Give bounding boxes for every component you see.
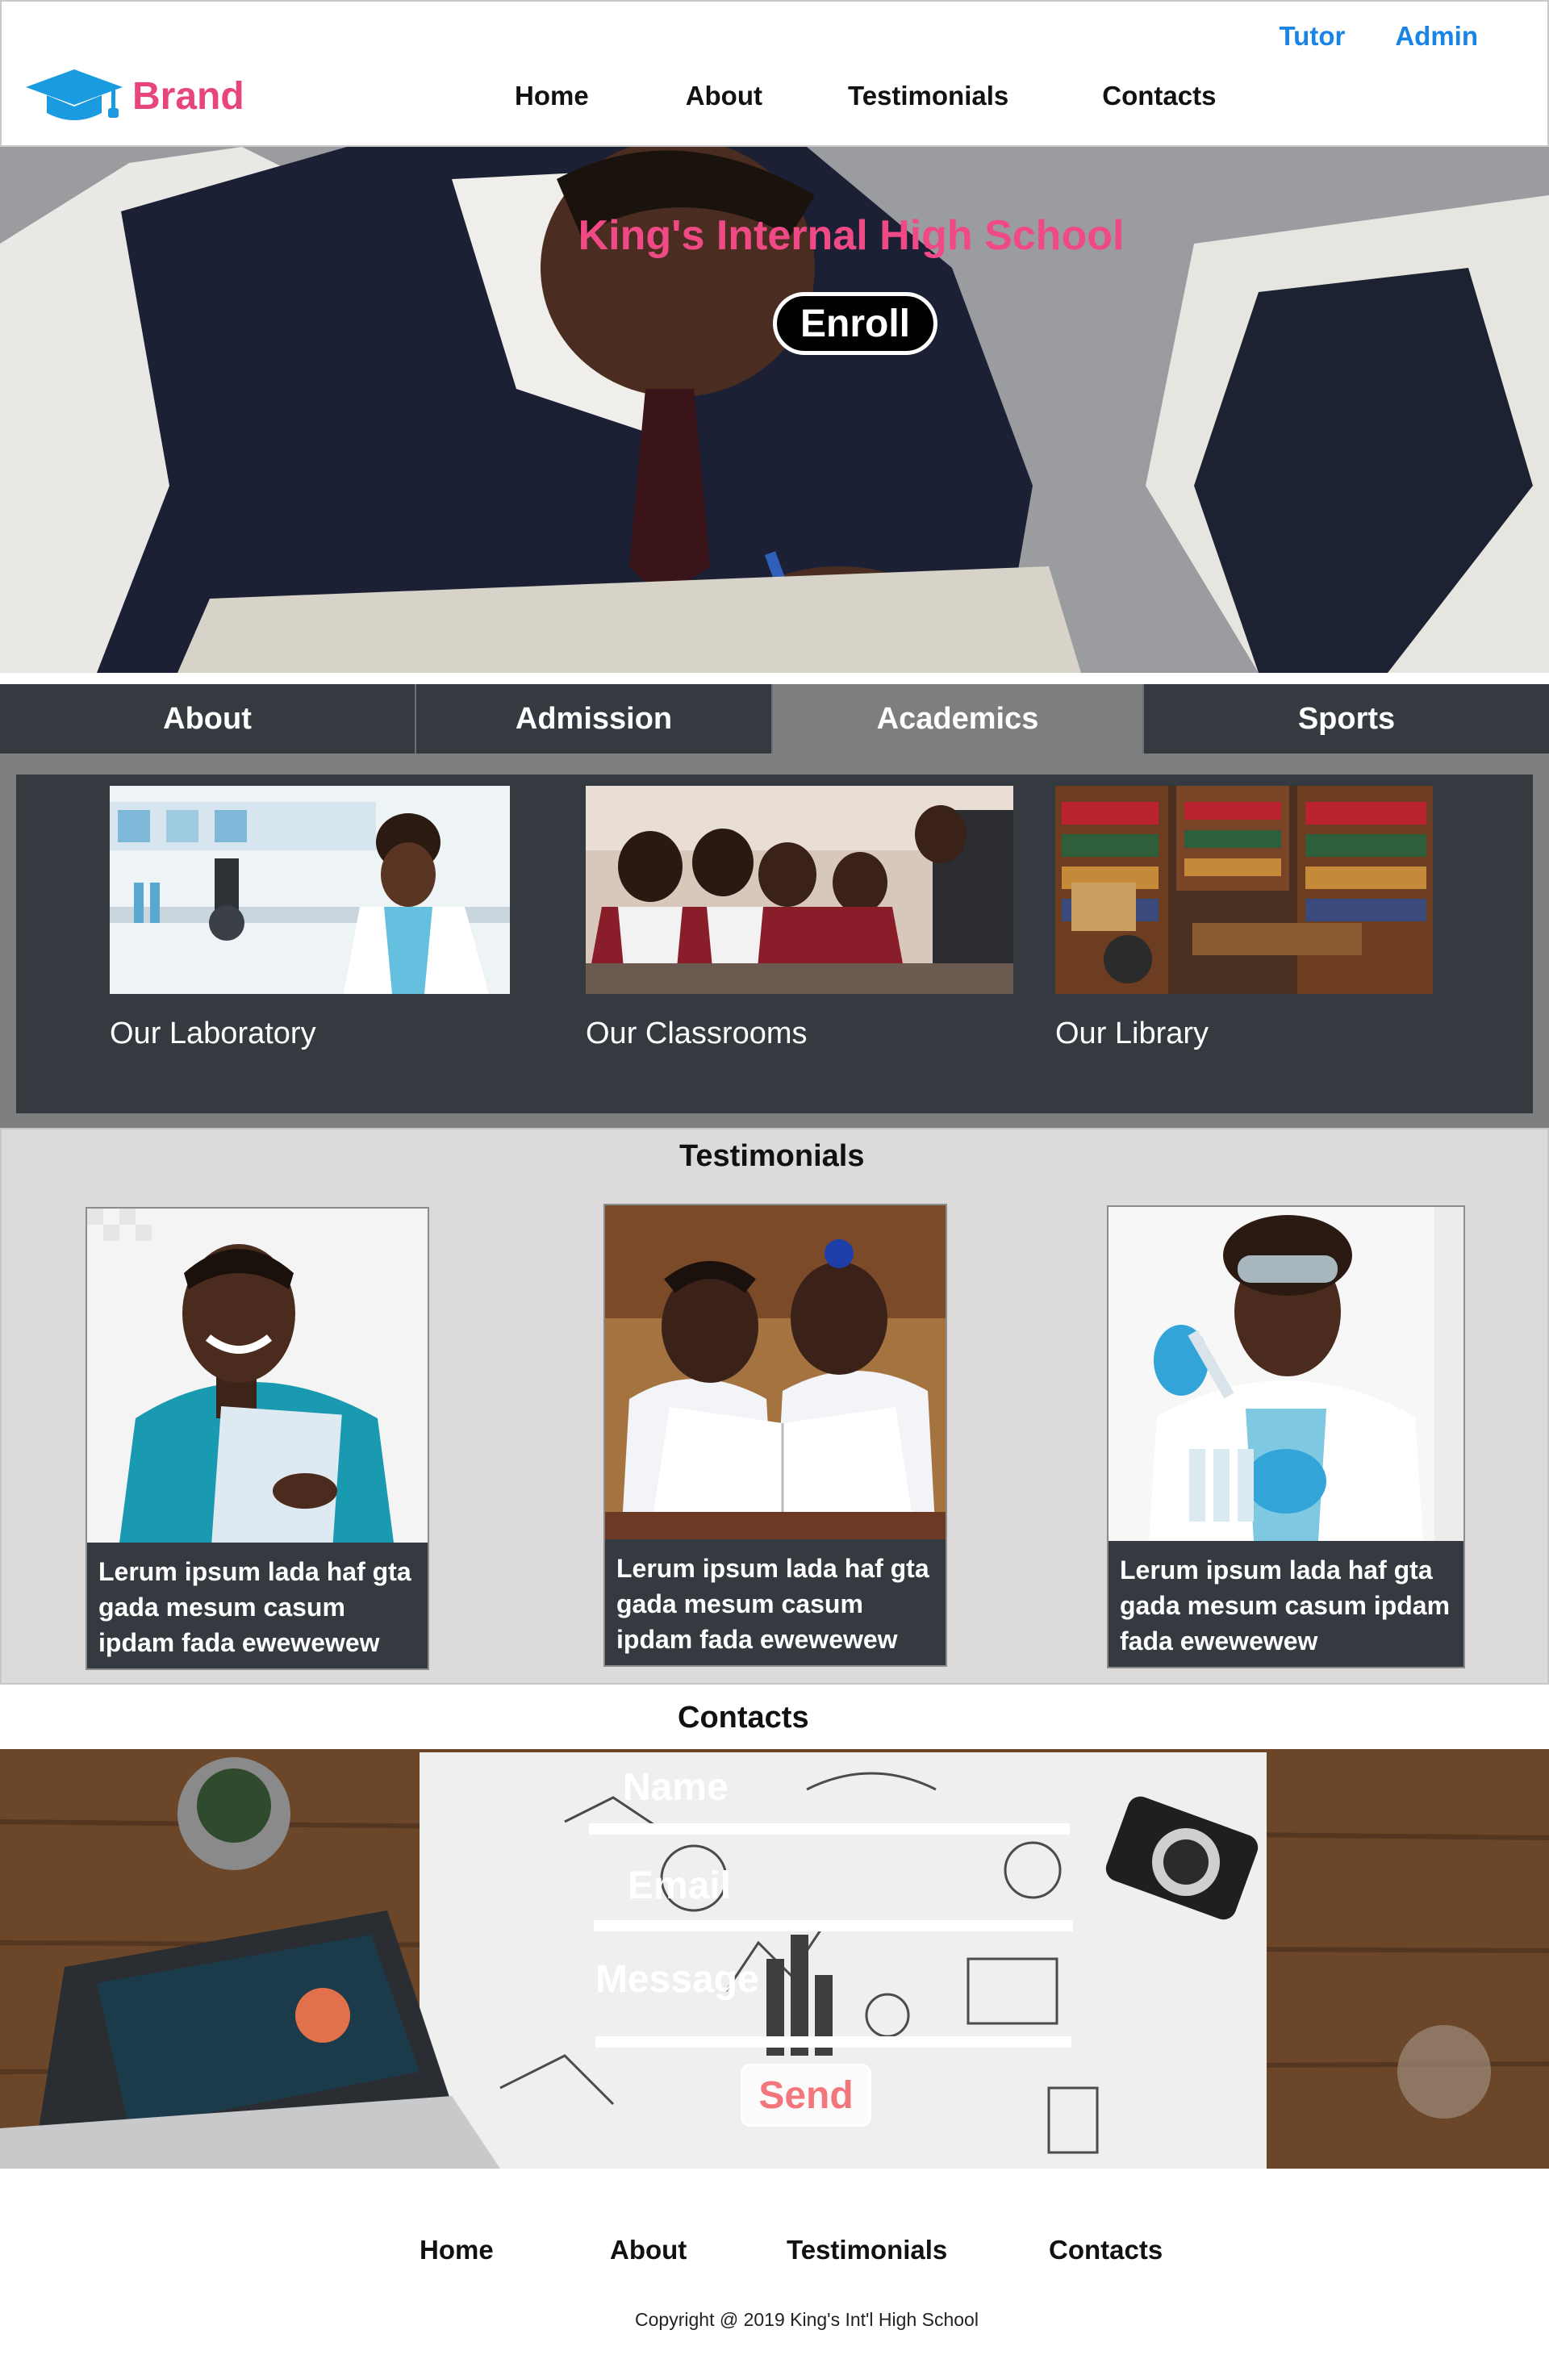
info-tabs: About Admission Academics Sports xyxy=(0,684,1549,754)
testimonial-text: Lerum ipsum lada haf gta gada mesum casu… xyxy=(605,1539,946,1665)
nav-contacts[interactable]: Contacts xyxy=(1102,81,1216,111)
tutor-link[interactable]: Tutor xyxy=(1279,21,1345,52)
facility-caption: Our Classrooms xyxy=(586,1017,808,1050)
email-label: Email xyxy=(628,1864,732,1907)
brand-name: Brand xyxy=(132,74,244,118)
laboratory-image xyxy=(110,786,510,994)
tab-academics[interactable]: Academics xyxy=(773,684,1144,754)
footer-nav-testimonials[interactable]: Testimonials xyxy=(787,2235,947,2265)
facility-caption: Our Laboratory xyxy=(110,1017,316,1050)
footer-nav-home[interactable]: Home xyxy=(420,2235,494,2265)
contacts-title: Contacts xyxy=(678,1701,809,1735)
testimonial-photo xyxy=(605,1205,946,1539)
main-nav: Home About Testimonials Contacts xyxy=(515,81,1216,111)
testimonial-photo xyxy=(1109,1207,1463,1541)
admin-link[interactable]: Admin xyxy=(1395,21,1478,52)
tab-sports[interactable]: Sports xyxy=(1144,684,1549,754)
facility-classrooms[interactable]: Our Classrooms xyxy=(586,786,1013,1051)
facility-library[interactable]: Our Library xyxy=(1055,786,1433,1051)
testimonial-text: Lerum ipsum lada haf gta gada mesum casu… xyxy=(1109,1541,1463,1667)
classrooms-image xyxy=(586,786,1013,994)
name-field[interactable] xyxy=(589,1823,1070,1835)
tab-about[interactable]: About xyxy=(0,684,416,754)
testimonial-text: Lerum ipsum lada haf gta gada mesum casu… xyxy=(87,1543,428,1668)
enroll-button[interactable]: Enroll xyxy=(773,292,937,355)
library-image xyxy=(1055,786,1433,994)
nav-about[interactable]: About xyxy=(686,81,762,111)
academics-panel-wrap: Our Laboratory Our Classrooms Our Librar… xyxy=(0,754,1549,1128)
brand-logo[interactable]: Brand xyxy=(24,68,244,124)
testimonial-card: Lerum ipsum lada haf gta gada mesum casu… xyxy=(603,1204,947,1667)
testimonial-photo xyxy=(87,1209,428,1543)
contact-form-section: Name Email Message Send xyxy=(0,1749,1549,2169)
site-header: Brand Tutor Admin Home About Testimonial… xyxy=(0,0,1549,147)
testimonials-section: Testimonials Lerum ipsum lada haf gta ga… xyxy=(0,1128,1549,1685)
graduation-cap-icon xyxy=(26,69,123,120)
email-field[interactable] xyxy=(594,1920,1073,1931)
footer-nav-about[interactable]: About xyxy=(610,2235,687,2265)
hero-banner: King's Internal High School Enroll xyxy=(0,147,1549,673)
facility-caption: Our Library xyxy=(1055,1017,1209,1050)
academics-panel: Our Laboratory Our Classrooms Our Librar… xyxy=(16,775,1533,1113)
message-field[interactable] xyxy=(595,2036,1071,2048)
nav-testimonials[interactable]: Testimonials xyxy=(848,81,1008,111)
footer-nav-contacts[interactable]: Contacts xyxy=(1049,2235,1163,2265)
nav-home[interactable]: Home xyxy=(515,81,589,111)
name-label: Name xyxy=(623,1766,729,1809)
testimonial-card: Lerum ipsum lada haf gta gada mesum casu… xyxy=(86,1207,429,1670)
tab-admission[interactable]: Admission xyxy=(416,684,773,754)
message-label: Message xyxy=(595,1958,759,2001)
testimonial-card: Lerum ipsum lada haf gta gada mesum casu… xyxy=(1107,1205,1465,1668)
testimonials-title: Testimonials xyxy=(679,1139,865,1173)
send-button[interactable]: Send xyxy=(741,2064,871,2127)
top-links: Tutor Admin xyxy=(1279,21,1478,52)
facility-laboratory[interactable]: Our Laboratory xyxy=(110,786,510,1051)
hero-title: King's Internal High School xyxy=(578,212,1125,259)
copyright-text: Copyright @ 2019 King's Int'l High Schoo… xyxy=(635,2309,979,2330)
